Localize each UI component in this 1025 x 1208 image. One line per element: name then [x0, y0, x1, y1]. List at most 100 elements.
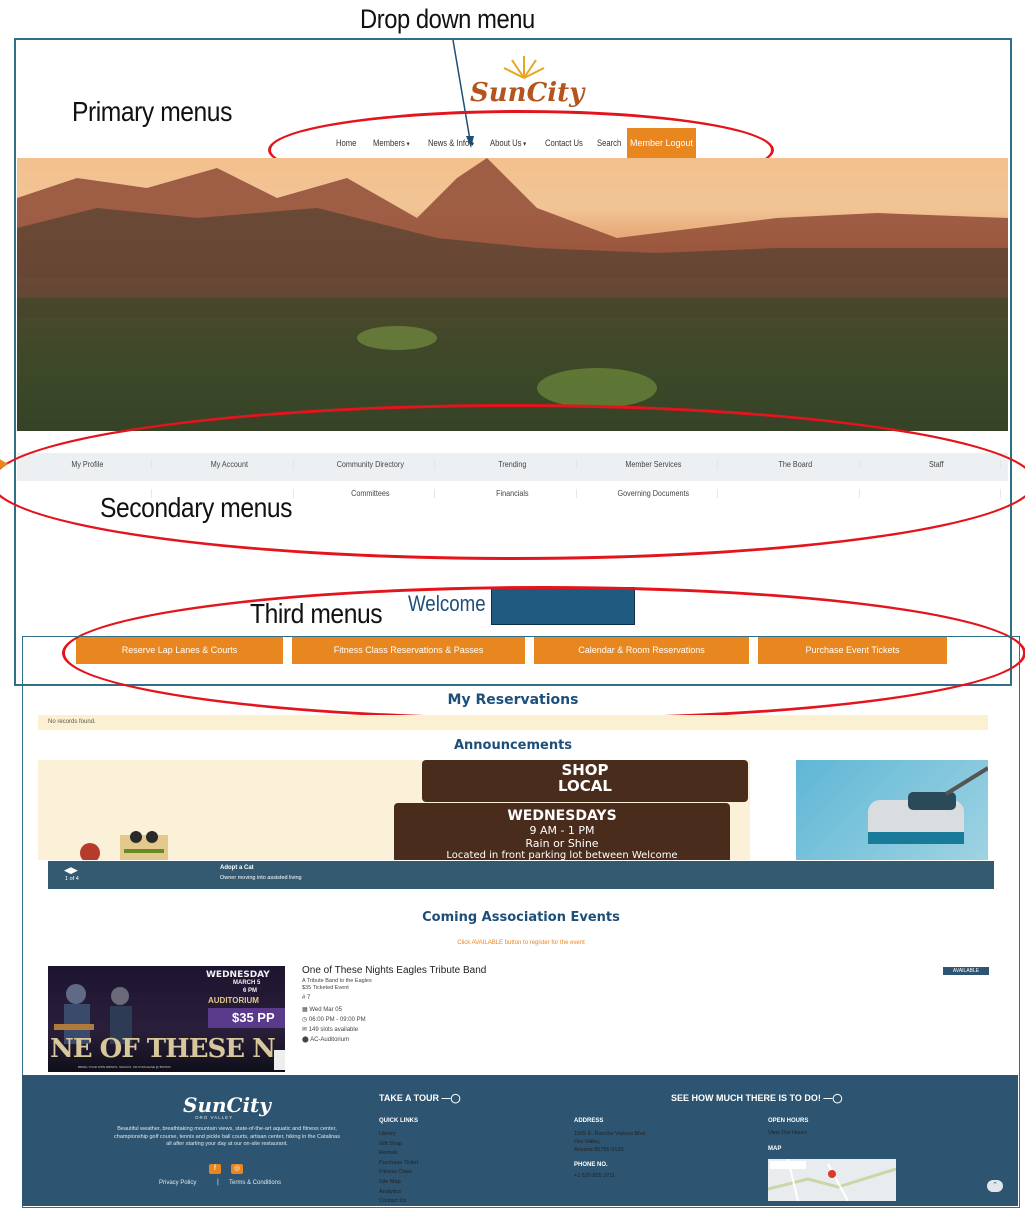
member-logout-button[interactable]: Member Logout [627, 128, 696, 159]
terms-link[interactable]: Terms & Conditions [229, 1180, 281, 1186]
hash-icon: # [302, 995, 306, 1001]
address-line-1: 1565 E. Rancho Vistoso Blvd. [574, 1131, 647, 1137]
nav-about-us[interactable]: About Us ▾ [490, 138, 526, 148]
secondary-governing-documents[interactable]: Governing Documents [590, 489, 718, 498]
nav-members[interactable]: Members ▾ [373, 138, 410, 148]
event-desc-1: A Tribute Band to the Eagles [302, 978, 372, 984]
scroll-top-icon[interactable]: ⌃ [987, 1180, 1003, 1192]
pool-robot-graphic [868, 766, 988, 844]
clock-icon: ◷ [302, 1017, 308, 1023]
quick-link-purchase-ticket[interactable]: Purchase Ticket [379, 1159, 418, 1169]
secondary-the-board[interactable]: The Board [732, 460, 860, 469]
secondary-trending[interactable]: Trending [449, 460, 577, 469]
location-pin-icon: ⬤ [302, 1037, 309, 1043]
footer-logo[interactable]: SunCity [183, 1093, 271, 1117]
secondary-committees[interactable]: Committees [307, 489, 435, 498]
flyer-weather: Rain or Shine [525, 837, 599, 850]
quick-link-gift-shop[interactable]: Gift Shop [379, 1140, 418, 1150]
hero-landscape [17, 158, 1008, 431]
poster-venue: AUDITORIUM [208, 996, 259, 1005]
carousel-pager: 1 of 4 [65, 876, 79, 882]
annotation-secondary-label: Secondary menus [100, 492, 293, 523]
nav-contact-us[interactable]: Contact Us [545, 138, 583, 148]
welcome-text: Welcome [408, 591, 486, 616]
nav-home[interactable]: Home [336, 138, 356, 148]
quick-link-contact-us[interactable]: Contact Us [379, 1197, 418, 1207]
pool-cleaner-image [796, 760, 988, 860]
secondary-member-services[interactable]: Member Services [590, 460, 718, 469]
footer-separator: | [217, 1179, 219, 1186]
suncity-logo[interactable]: SunCity [470, 78, 584, 108]
take-a-tour-label: TAKE A TOUR [379, 1093, 439, 1103]
sun-icon [503, 56, 545, 79]
annotation-arrow-tip [0, 458, 8, 470]
redacted-username [491, 587, 635, 625]
events-hint: Click AVAILABLE button to register for t… [457, 940, 585, 946]
event-name[interactable]: One of These Nights Eagles Tribute Band [302, 965, 486, 976]
secondary-empty [732, 489, 860, 498]
qr-code [274, 1050, 285, 1070]
map-graphic [767, 1158, 897, 1202]
instagram-icon[interactable]: ◎ [231, 1164, 243, 1174]
nav-search[interactable]: Search [597, 138, 621, 148]
phone-number[interactable]: +1 520 825 3711 [574, 1172, 615, 1182]
secondary-financials[interactable]: Financials [449, 489, 577, 498]
phone-title: PHONE NO. [574, 1162, 608, 1168]
secondary-staff[interactable]: Staff [874, 460, 1001, 469]
poster-band-name: NE OF THESE N [50, 1034, 276, 1064]
map-title: MAP [768, 1146, 782, 1152]
see-more-label: SEE HOW MUCH THERE IS TO DO! [671, 1093, 821, 1103]
quick-link-analytics[interactable]: Analytics [379, 1188, 418, 1198]
privacy-policy-link[interactable]: Privacy Policy [159, 1180, 196, 1186]
facebook-icon[interactable]: f [209, 1164, 221, 1174]
open-hours-title: OPEN HOURS [768, 1118, 809, 1124]
nav-news-info[interactable]: News & Info ▾ [428, 138, 474, 148]
arrow-circle-icon: —◯ [823, 1093, 843, 1103]
nav-members-label: Members [373, 138, 405, 148]
event-time-row: ◷ 06:00 PM - 09:00 PM [302, 1016, 366, 1023]
secondary-empty [874, 489, 1001, 498]
quick-links-list: Library Gift Shop Rentals Purchase Ticke… [379, 1130, 418, 1207]
quick-link-library[interactable]: Library [379, 1130, 418, 1140]
flyer-local: LOCAL [558, 777, 612, 795]
event-poster[interactable]: WEDNESDAY MARCH 5 6 PM AUDITORIUM $35 PP… [48, 966, 285, 1072]
address-title: ADDRESS [574, 1118, 604, 1124]
see-more-link[interactable]: SEE HOW MUCH THERE IS TO DO! —◯ [671, 1093, 842, 1104]
produce-crates-image [80, 831, 168, 860]
address-line-2: Oro Valley, [574, 1139, 601, 1145]
flyer-location: Located in front parking lot between Wel… [446, 850, 678, 860]
carousel-arrows-icon[interactable]: ◀▶ [64, 865, 78, 876]
secondary-community-directory[interactable]: Community Directory [307, 460, 435, 469]
secondary-menu-row-1: My Profile My Account Community Director… [17, 460, 1008, 469]
poster-date: MARCH 5 [233, 980, 261, 986]
calendar-icon: ▦ [302, 1007, 308, 1013]
chevron-down-icon: ▾ [470, 141, 474, 148]
flyer-schedule: WEDNESDAYS 9 AM - 1 PM Rain or Shine Loc… [394, 803, 730, 860]
quick-links-title: QUICK LINKS [379, 1118, 418, 1124]
event-number-row: # 7 [302, 995, 310, 1001]
quick-link-fitness-class[interactable]: Fitness Class [379, 1168, 418, 1178]
nav-about-label: About Us [490, 138, 522, 148]
poster-day: WEDNESDAY [206, 970, 270, 980]
flyer-day: WEDNESDAYS [507, 808, 617, 824]
address-text: 1565 E. Rancho Vistoso Blvd. Oro Valley,… [574, 1130, 647, 1154]
announcement-slide[interactable]: SHOP LOCAL WEDNESDAYS 9 AM - 1 PM Rain o… [38, 760, 750, 860]
poster-price: $35 PP [208, 1008, 285, 1028]
view-hours-link[interactable]: View Our Hours [768, 1129, 807, 1139]
secondary-my-profile[interactable]: My Profile [24, 460, 152, 469]
quick-link-site-map[interactable]: Site Map [379, 1178, 418, 1188]
available-button[interactable]: AVAILABLE [943, 967, 989, 975]
my-reservations-title: My Reservations [447, 692, 579, 708]
poster-note: BRING YOUR OWN DRINKS, SNACKS, OR PURCHA… [78, 1065, 171, 1069]
footer-map[interactable] [767, 1158, 897, 1202]
announcement-item-title[interactable]: Adopt a Cat [220, 865, 254, 871]
flyer-time: 9 AM - 1 PM [529, 824, 595, 837]
take-a-tour-link[interactable]: TAKE A TOUR —◯ [379, 1093, 461, 1104]
event-location-row: ⬤ AC-Auditorium [302, 1036, 349, 1043]
event-slots-row: ✉ 149 slots available [302, 1026, 358, 1033]
annotation-third-label: Third menus [250, 598, 383, 629]
flyer-shop-local: SHOP LOCAL [422, 760, 748, 802]
quick-link-rentals[interactable]: Rentals [379, 1149, 418, 1159]
reservations-empty-text: No records found. [48, 719, 96, 725]
secondary-my-account[interactable]: My Account [166, 460, 294, 469]
